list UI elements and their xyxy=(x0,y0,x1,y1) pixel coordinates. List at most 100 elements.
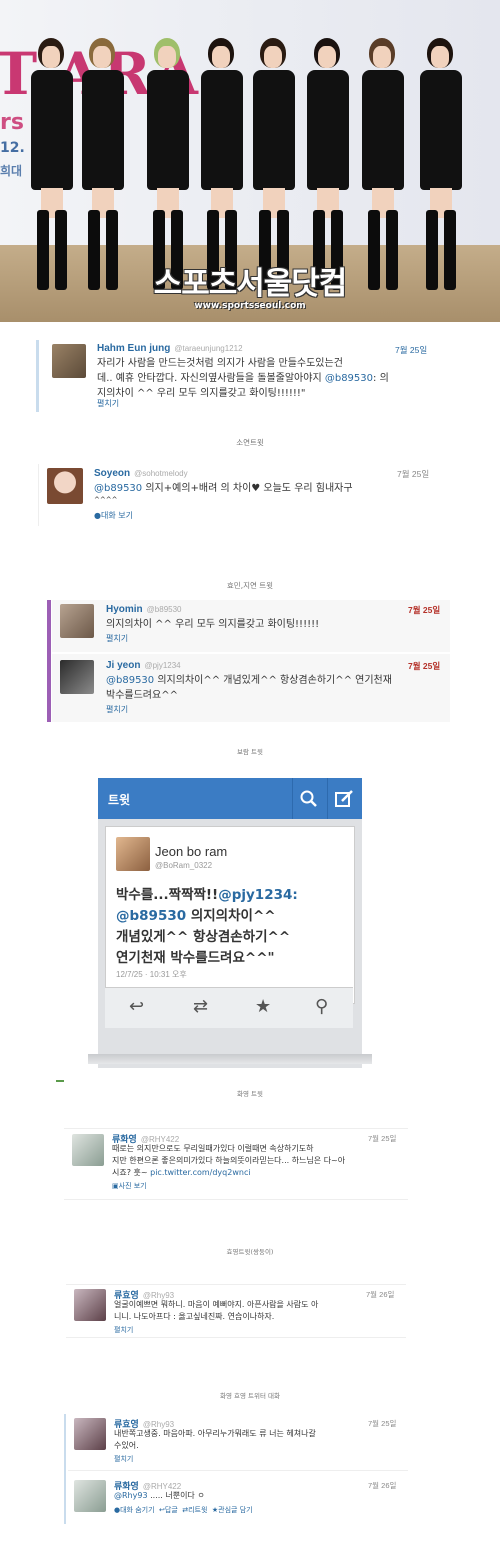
compose-icon[interactable] xyxy=(334,789,354,809)
tweet-text: 박수를...짝짝짝!!@pjy1234: @b89530 의지의차이^^ 개념있… xyxy=(116,885,351,969)
tweet-line-text: 의지의차이^^ 개념있게^^ 항상겸손하기^^ 연기천재 xyxy=(154,675,392,686)
tweet-text: 자리가 사람을 만드는것처럼 의지가 사람을 만들수도있는건 데.. 예휴 안타… xyxy=(97,356,442,401)
reply-link[interactable]: ↩답글 xyxy=(159,1506,178,1514)
tweet-hwayoung-reply: 류화영 @RHY422 7월 26일 @Rhy93 ..... 너뿐이다 ㅇ ●대… xyxy=(68,1474,408,1524)
avatar[interactable] xyxy=(72,1134,104,1166)
mobile-twitter-screenshot: 트윗 Jeon bo ram @BoRam_0322 박수를...짝짝짝!!@p… xyxy=(88,778,372,1068)
figure-part xyxy=(264,46,282,68)
avatar[interactable] xyxy=(74,1480,106,1512)
tweet-line-text: : 의 xyxy=(373,373,389,384)
expand-link[interactable]: 펼치기 xyxy=(114,1454,133,1464)
author-name[interactable]: Jeon bo ram xyxy=(155,844,227,859)
figure-part xyxy=(93,46,111,68)
avatar[interactable] xyxy=(74,1418,106,1450)
tweet-line: @b89530 의지의차이^^ xyxy=(116,906,351,927)
avatar[interactable] xyxy=(60,660,94,694)
author-name[interactable]: Hahm Eun jung xyxy=(97,343,170,354)
figure-part xyxy=(31,70,73,190)
author-handle[interactable]: @sohotmelody xyxy=(134,469,187,478)
expand-link[interactable]: 펼치기 xyxy=(97,398,119,409)
tweet-text: @Rhy93 ..... 너뿐이다 ㅇ xyxy=(114,1490,404,1502)
retweet-link[interactable]: ⇄리트윗 xyxy=(182,1506,207,1514)
tweet-line: 박수를...짝짝짝!!@pjy1234: xyxy=(116,885,351,906)
author-handle[interactable]: @BoRam_0322 xyxy=(155,861,212,870)
expand-link[interactable]: 펼치기 xyxy=(106,633,128,644)
tweet-author[interactable]: Hahm Eun jung @taraeunjung1212 xyxy=(97,343,243,354)
mention-link[interactable]: @b89530 xyxy=(94,483,142,494)
tweet-author[interactable]: Soyeon @sohotmelody xyxy=(94,468,188,479)
boot xyxy=(444,210,456,290)
tweet-date[interactable]: 7월 25일 xyxy=(408,660,440,672)
tweet-line-text: 데.. 예휴 안타깝다. 자신의옆사람들을 돌볼줄알아야지 xyxy=(97,373,325,384)
mention-link[interactable]: @pjy1234: xyxy=(218,887,298,903)
tweet-author[interactable]: Ji yeon @pjy1234 xyxy=(106,660,181,671)
author-name[interactable]: Ji yeon xyxy=(106,660,140,671)
action-label: 사진 보기 xyxy=(118,1182,147,1190)
view-photo-link[interactable]: ▣사진 보기 xyxy=(112,1181,147,1191)
scrollbar[interactable] xyxy=(88,1054,372,1064)
tweet-eunjung: Hahm Eun jung @taraeunjung1212 7월 25일 자리가… xyxy=(42,340,442,414)
expand-link[interactable]: 펼치기 xyxy=(106,704,128,715)
hide-conversation-link[interactable]: ●대화 숨기기 xyxy=(114,1506,155,1514)
search-icon[interactable] xyxy=(299,789,319,809)
mention-link[interactable]: @b89530 xyxy=(116,908,186,924)
avatar[interactable] xyxy=(52,344,86,378)
mention-link[interactable]: @b89530 xyxy=(325,373,373,384)
author-name[interactable]: Hyomin xyxy=(106,604,143,615)
author-name[interactable]: Soyeon xyxy=(94,468,130,479)
author-handle[interactable]: @pjy1234 xyxy=(144,661,180,670)
retweet-icon[interactable]: ⇄ xyxy=(193,996,208,1017)
group-photo: T-ARA rs 12. 희대 스포츠서울닷컴 www.sportsseoul.… xyxy=(0,0,500,322)
view-conversation-link[interactable]: ●대화 보기 xyxy=(94,510,133,521)
tweet-line: 때로는 의지만으로도 무리일때가있다 이럴때면 속상하기도하 xyxy=(112,1144,314,1153)
action-label: 대화 숨기기 xyxy=(120,1506,155,1514)
expand-link[interactable]: 펼치기 xyxy=(114,1325,133,1335)
author-handle[interactable]: @b89530 xyxy=(147,605,182,614)
photo-link[interactable]: pic.twitter.com/dyq2wnci xyxy=(150,1168,250,1177)
figure-part xyxy=(212,46,230,68)
reply-icon[interactable]: ↩ xyxy=(129,996,144,1017)
quote-bar xyxy=(47,600,51,722)
tweet-line-text: 박수를...짝짝짝!! xyxy=(116,887,219,903)
action-label: 리트윗 xyxy=(188,1506,208,1514)
boot xyxy=(88,210,100,290)
tweet-line-text: 시죠? 훗~ xyxy=(112,1168,151,1177)
tweet-hyomin: Hyomin @b89530 7월 25일 의지의차이 ^^ 우리 모두 의지를갖… xyxy=(52,600,450,652)
avatar[interactable] xyxy=(74,1289,106,1321)
tweet-author[interactable]: Hyomin @b89530 xyxy=(106,604,182,615)
section-label-soyeon: 소연트윗 xyxy=(236,438,264,447)
figure-part xyxy=(420,70,462,190)
figure-part xyxy=(82,70,124,190)
quote-bar xyxy=(36,340,39,412)
section-label-boram: 보람 트윗 xyxy=(237,748,263,756)
tweet-hyoyoung: 류효영 @Rhy93 7월 26일 얼굴이예쁘면 뭐하니. 마음이 예뻐야지. 아… xyxy=(66,1284,406,1338)
boot xyxy=(106,210,118,290)
favorite-link[interactable]: ★관심글 담기 xyxy=(212,1506,253,1514)
author-handle[interactable]: @taraeunjung1212 xyxy=(174,344,242,353)
figure-part xyxy=(158,46,176,68)
member-figure xyxy=(78,38,128,298)
tweet-line: 지의차이 ^^ 우리 모두 의지를갖고 화이팅!!!!!!" xyxy=(97,388,306,399)
mention-link[interactable]: @b89530 xyxy=(106,675,154,686)
mention-link[interactable]: @Rhy93 xyxy=(114,1491,148,1500)
tweet-date[interactable]: 7월 25일 xyxy=(397,468,429,480)
avatar[interactable] xyxy=(47,468,83,504)
tweet-line: 자리가 사람을 만드는것처럼 의지가 사람을 만들수도있는건 xyxy=(97,358,343,369)
figure-part xyxy=(307,70,349,190)
tweet-line-text: ..... 너뿐이다 ㅇ xyxy=(147,1491,205,1500)
section-label-hyoyoung: 효영트윗(쌍둥이) xyxy=(226,1248,274,1256)
figure-part xyxy=(201,70,243,190)
tweet-line: 개념있게^^ 항상겸손하기^^ xyxy=(116,929,291,945)
tweet-line: 수있어. xyxy=(114,1441,139,1450)
tweet-text: 때로는 의지만으로도 무리일때가있다 이럴때면 속상하기도하 지만 한편으론 좋… xyxy=(112,1143,402,1179)
tweet-text: 의지의차이 ^^ 우리 모두 의지를갖고 화이팅!!!!!! xyxy=(106,619,320,630)
tweet-line: 박수를드려요^^ xyxy=(106,690,178,701)
tweet-date[interactable]: 7월 25일 xyxy=(395,344,427,356)
avatar[interactable] xyxy=(116,837,150,871)
avatar[interactable] xyxy=(60,604,94,638)
tweet-date[interactable]: 7월 25일 xyxy=(408,604,440,616)
favorite-icon[interactable]: ★ xyxy=(255,996,271,1017)
boot xyxy=(55,210,67,290)
more-icon[interactable]: ⚲ xyxy=(315,996,328,1017)
figure-part xyxy=(42,46,60,68)
